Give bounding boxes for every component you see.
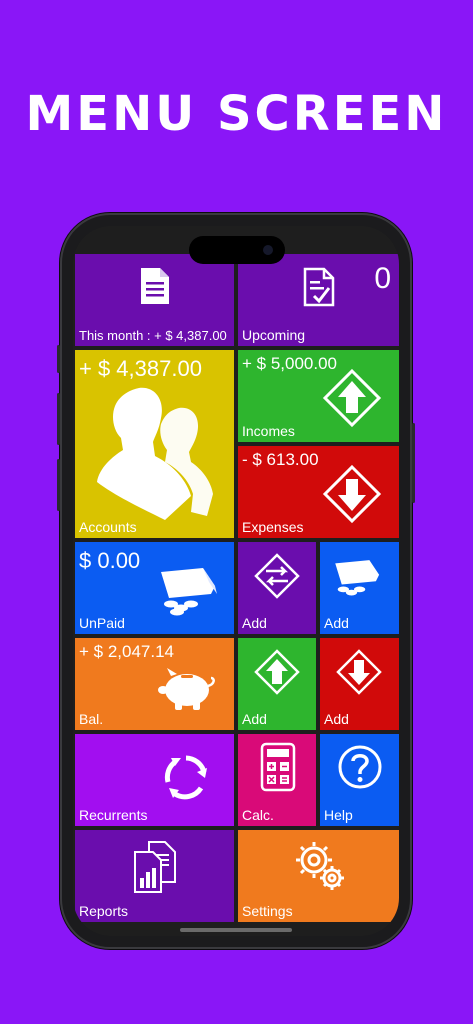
phone-volume-down	[57, 459, 60, 511]
page-headline: MENU SCREEN	[25, 86, 448, 142]
calc-label: Calc.	[242, 807, 274, 823]
settings-label: Settings	[242, 903, 293, 919]
reports-icon	[134, 841, 176, 893]
wallet-coins-icon	[161, 568, 217, 616]
piggy-bank-icon	[158, 668, 215, 710]
balance-label: Bal.	[79, 711, 104, 727]
tile-incomes[interactable]: + $ 5,000.00 Incomes	[238, 350, 399, 442]
checklist-document-icon	[303, 267, 335, 307]
phone-silent-switch	[57, 345, 60, 373]
upcoming-label: Upcoming	[242, 327, 306, 343]
income-arrow-up-icon	[322, 368, 382, 428]
home-indicator[interactable]	[180, 928, 292, 932]
add-transfer-label: Add	[242, 615, 267, 631]
this-month-label: This month : + $ 4,387.00	[79, 328, 227, 343]
tile-accounts[interactable]: + $ 4,387.00 Accounts	[75, 350, 234, 538]
tile-settings[interactable]: Settings	[238, 830, 399, 922]
calculator-icon	[260, 742, 296, 792]
expenses-amount: - $ 613.00	[242, 450, 319, 469]
balance-amount: + $ 2,047.14	[79, 642, 175, 661]
dynamic-island	[189, 236, 285, 264]
reports-label: Reports	[79, 903, 129, 919]
tile-this-month[interactable]: This month : + $ 4,387.00	[75, 254, 234, 346]
add-expense-label: Add	[324, 711, 349, 727]
settings-gears-icon	[296, 842, 344, 890]
tile-calc[interactable]: Calc.	[238, 734, 316, 826]
document-icon	[141, 268, 169, 304]
tile-add-income[interactable]: Add	[238, 638, 316, 730]
tile-upcoming[interactable]: 0 Upcoming	[238, 254, 399, 346]
tile-add-unpaid[interactable]: Add	[320, 542, 399, 634]
phone-frame: This month : + $ 4,387.00 0 Upcoming + $…	[57, 213, 415, 949]
accounts-amount: + $ 4,387.00	[79, 356, 202, 381]
tile-recurrents[interactable]: Recurrents	[75, 734, 234, 826]
expense-arrow-down-icon	[336, 649, 382, 695]
unpaid-label: UnPaid	[79, 615, 125, 631]
tile-reports[interactable]: Reports	[75, 830, 234, 922]
phone-volume-up	[57, 393, 60, 445]
tile-unpaid[interactable]: $ 0.00 UnPaid	[75, 542, 234, 634]
phone-power-button	[412, 423, 415, 503]
recurring-cycle-icon	[164, 755, 207, 800]
income-arrow-up-icon	[254, 649, 300, 695]
expenses-label: Expenses	[242, 519, 304, 535]
camera-icon	[263, 245, 273, 255]
accounts-label: Accounts	[79, 519, 137, 535]
incomes-label: Incomes	[242, 423, 295, 439]
wallet-coins-icon	[335, 560, 380, 596]
help-icon	[338, 745, 382, 789]
help-label: Help	[324, 807, 353, 823]
expense-arrow-down-icon	[322, 464, 382, 524]
add-income-label: Add	[242, 711, 267, 727]
tile-add-expense[interactable]: Add	[320, 638, 399, 730]
tile-help[interactable]: Help	[320, 734, 399, 826]
users-icon	[97, 387, 213, 520]
upcoming-count: 0	[374, 262, 391, 295]
add-unpaid-label: Add	[324, 615, 349, 631]
unpaid-amount: $ 0.00	[79, 548, 141, 573]
tile-expenses[interactable]: - $ 613.00 Expenses	[238, 446, 399, 538]
transfer-icon	[254, 553, 300, 599]
tile-add-transfer[interactable]: Add	[238, 542, 316, 634]
tile-balance[interactable]: + $ 2,047.14 Bal.	[75, 638, 234, 730]
app-screen: This month : + $ 4,387.00 0 Upcoming + $…	[73, 226, 399, 936]
recurrents-label: Recurrents	[79, 807, 148, 823]
